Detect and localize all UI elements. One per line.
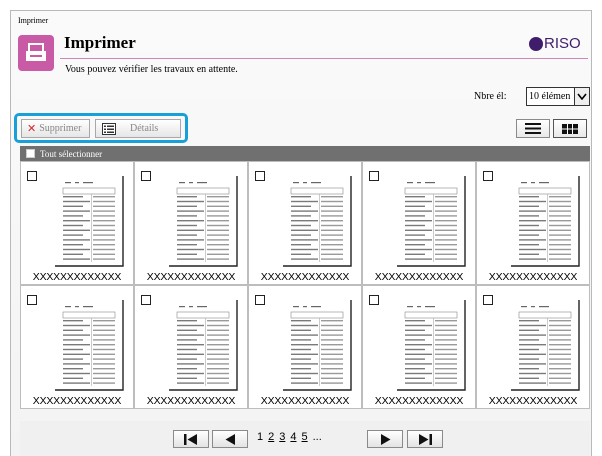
document-thumbnail-icon: [509, 174, 580, 267]
riso-logo-text: RISO: [544, 35, 581, 52]
job-tile[interactable]: XXXXXXXXXXXXX: [476, 285, 590, 409]
delete-button-label: Supprimer: [39, 123, 82, 134]
job-name: XXXXXXXXXXXXX: [32, 271, 122, 283]
page-link[interactable]: 2: [268, 431, 274, 443]
job-tile[interactable]: XXXXXXXXXXXXX: [362, 285, 476, 409]
job-name: XXXXXXXXXXXXX: [260, 395, 350, 407]
first-page-icon: [184, 433, 197, 445]
job-tile[interactable]: XXXXXXXXXXXXX: [134, 285, 248, 409]
job-grid: XXXXXXXXXXXXX XXXXXXXXXXXXX XXXXXXXXXXXXX X…: [20, 161, 590, 409]
page-link[interactable]: 3: [279, 431, 285, 443]
page-ellipsis: ...: [312, 431, 322, 443]
select-all-checkbox[interactable]: [26, 149, 35, 158]
page-link[interactable]: 5: [302, 431, 308, 443]
delete-icon: ✕: [27, 122, 37, 135]
job-checkbox[interactable]: [141, 295, 151, 305]
first-page-button[interactable]: [173, 430, 209, 448]
current-page: 1: [257, 431, 264, 443]
items-per-page-value: 10 élémen: [529, 91, 571, 102]
select-all-label[interactable]: Tout sélectionner: [40, 149, 102, 159]
details-icon: [102, 122, 116, 135]
job-name: XXXXXXXXXXXXX: [260, 271, 350, 283]
riso-logo-icon: [529, 36, 543, 51]
document-thumbnail-icon: [167, 174, 238, 267]
job-checkbox[interactable]: [255, 295, 265, 305]
job-tile[interactable]: XXXXXXXXXXXXX: [362, 161, 476, 285]
details-button[interactable]: Détails: [95, 119, 181, 138]
next-page-icon: [380, 433, 390, 445]
select-all-bar: Tout sélectionner: [20, 146, 590, 161]
previous-page-icon: [225, 433, 235, 445]
document-thumbnail-icon: [395, 298, 466, 391]
page-link[interactable]: 4: [290, 431, 296, 443]
document-thumbnail-icon: [281, 298, 352, 391]
job-checkbox[interactable]: [27, 171, 37, 181]
riso-logo: RISO: [529, 35, 581, 52]
previous-page-button[interactable]: [212, 430, 248, 448]
document-thumbnail-icon: [281, 174, 352, 267]
details-button-label: Détails: [130, 123, 159, 134]
document-thumbnail-icon: [53, 298, 124, 391]
job-name: XXXXXXXXXXXXX: [374, 271, 464, 283]
job-tile[interactable]: XXXXXXXXXXXXX: [20, 161, 134, 285]
next-page-button[interactable]: [367, 430, 403, 448]
job-checkbox[interactable]: [27, 295, 37, 305]
items-per-page-select[interactable]: 10 élémen: [526, 87, 590, 106]
job-tile[interactable]: XXXXXXXXXXXXX: [20, 285, 134, 409]
job-tile[interactable]: XXXXXXXXXXXXX: [248, 161, 362, 285]
job-name: XXXXXXXXXXXXX: [146, 395, 236, 407]
job-name: XXXXXXXXXXXXX: [32, 395, 122, 407]
job-tile[interactable]: XXXXXXXXXXXXX: [134, 161, 248, 285]
page-subtitle: Vous pouvez vérifier les travaux en atte…: [65, 64, 238, 75]
document-thumbnail-icon: [167, 298, 238, 391]
document-thumbnail-icon: [395, 174, 466, 267]
job-name: XXXXXXXXXXXXX: [146, 271, 236, 283]
job-checkbox[interactable]: [369, 295, 379, 305]
chevron-down-icon: [574, 88, 589, 105]
list-view-icon: [525, 123, 541, 134]
grid-view-icon: [562, 123, 578, 134]
page-numbers: 1 2 3 4 5 ...: [257, 431, 322, 443]
items-per-page-label: Nbre él:: [474, 91, 507, 102]
delete-button[interactable]: ✕ Supprimer: [21, 119, 90, 138]
breadcrumb: Imprimer: [18, 16, 49, 25]
job-name: XXXXXXXXXXXXX: [374, 395, 464, 407]
job-checkbox[interactable]: [369, 171, 379, 181]
document-thumbnail-icon: [509, 298, 580, 391]
job-name: XXXXXXXXXXXXX: [488, 271, 578, 283]
job-checkbox[interactable]: [141, 171, 151, 181]
last-page-icon: [419, 433, 432, 445]
document-thumbnail-icon: [53, 174, 124, 267]
job-tile[interactable]: XXXXXXXXXXXXX: [248, 285, 362, 409]
list-view-button[interactable]: [516, 119, 550, 138]
page-title: Imprimer: [64, 33, 136, 52]
job-tile[interactable]: XXXXXXXXXXXXX: [476, 161, 590, 285]
grid-view-button[interactable]: [553, 119, 587, 138]
job-checkbox[interactable]: [483, 171, 493, 181]
job-checkbox[interactable]: [255, 171, 265, 181]
job-name: XXXXXXXXXXXXX: [488, 395, 578, 407]
job-checkbox[interactable]: [483, 295, 493, 305]
printer-icon: [18, 35, 54, 71]
last-page-button[interactable]: [407, 430, 443, 448]
title-divider: [60, 58, 588, 59]
